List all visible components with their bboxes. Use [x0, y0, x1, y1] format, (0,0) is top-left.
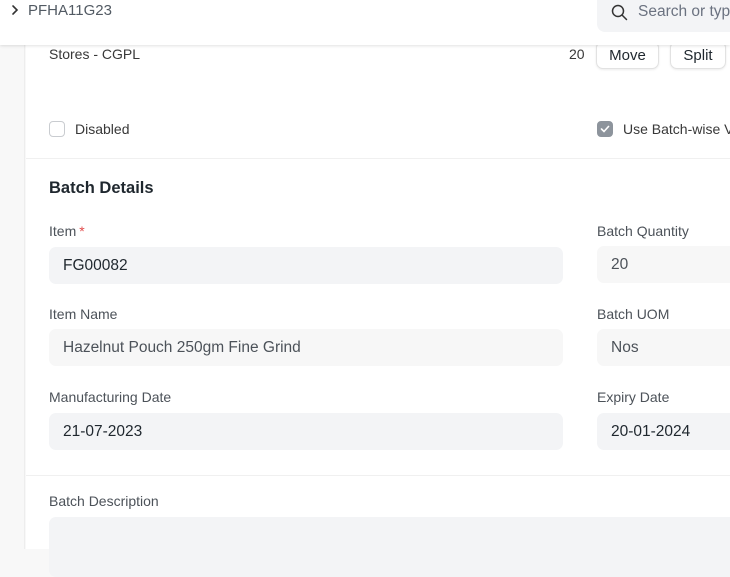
breadcrumb-doc-name[interactable]: PFHA11G23 — [28, 2, 112, 19]
item-field[interactable]: FG00082 — [49, 247, 563, 284]
batch-description-label: Batch Description — [49, 493, 159, 509]
disabled-checkbox-row[interactable]: Disabled — [49, 121, 129, 137]
search-placeholder: Search or typ — [638, 3, 730, 20]
disabled-checkbox[interactable] — [49, 121, 65, 137]
move-button[interactable]: Move — [596, 41, 659, 69]
search-input[interactable]: Search or typ — [597, 0, 730, 32]
required-mark: * — [79, 223, 85, 239]
warehouse-name: Stores - CGPL — [49, 46, 141, 62]
top-navbar: PFHA11G23 Search or typ — [0, 0, 730, 45]
expiry-date-field[interactable]: 20-01-2024 — [597, 413, 730, 450]
item-name-label: Item Name — [49, 306, 118, 322]
section-divider — [26, 158, 730, 159]
section-title: Batch Details — [49, 179, 154, 197]
batch-quantity-field: 20 — [597, 246, 730, 283]
sidebar-gutter — [0, 45, 25, 549]
section-divider — [26, 475, 730, 476]
manufacturing-date-label: Manufacturing Date — [49, 389, 172, 405]
check-icon — [600, 125, 610, 133]
disabled-label: Disabled — [75, 121, 130, 137]
item-label: Item * — [49, 223, 85, 239]
expiry-date-label: Expiry Date — [597, 389, 670, 405]
batch-description-textarea[interactable] — [49, 517, 730, 577]
breadcrumb: PFHA11G23 — [10, 2, 112, 19]
stock-row: Stores - CGPL 20 Move Split — [49, 41, 730, 69]
batch-uom-field: Nos — [597, 329, 730, 366]
use-batchwise-label: Use Batch-wise V — [623, 121, 730, 137]
item-name-field: Hazelnut Pouch 250gm Fine Grind — [49, 329, 563, 366]
chevron-right-icon[interactable] — [10, 3, 20, 19]
batch-uom-label: Batch UOM — [597, 306, 670, 322]
use-batchwise-checkbox-row[interactable]: Use Batch-wise V — [597, 121, 730, 137]
batch-form: Stores - CGPL 20 Move Split Disabled Use… — [26, 41, 730, 577]
batch-quantity-label: Batch Quantity — [597, 223, 689, 239]
warehouse-qty: 20 — [569, 46, 585, 62]
manufacturing-date-field[interactable]: 21-07-2023 — [49, 413, 563, 450]
split-button[interactable]: Split — [670, 41, 726, 69]
item-label-text: Item — [49, 223, 77, 239]
search-icon — [611, 4, 628, 20]
use-batchwise-checkbox[interactable] — [597, 121, 613, 137]
